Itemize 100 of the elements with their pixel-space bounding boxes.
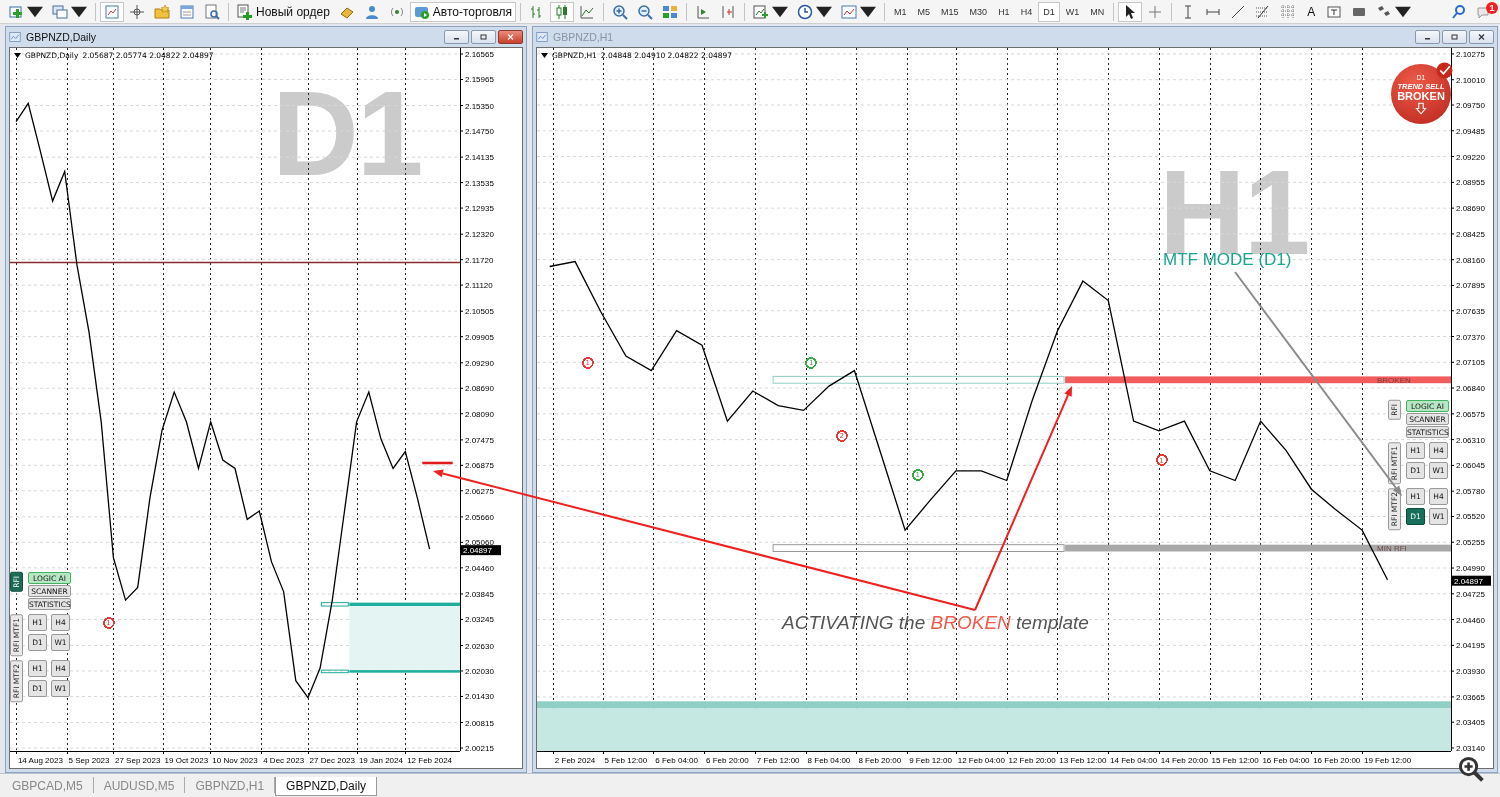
timeframe-button[interactable]: M30	[964, 1, 993, 22]
date-label: 14 Aug 2023	[17, 756, 63, 765]
price-label: 2.04195	[1456, 641, 1485, 651]
price-label: 2.03140	[1456, 744, 1485, 753]
zoom-icon[interactable]	[1458, 756, 1484, 782]
price-label: 2.03665	[1456, 692, 1485, 702]
market-watch-button[interactable]	[100, 1, 124, 22]
restore-icon	[1450, 33, 1459, 41]
price-label: 2.07635	[1456, 306, 1485, 316]
window-title: GBPNZD,H1	[553, 31, 614, 43]
price-label: 2.03405	[1456, 718, 1485, 728]
text-tool-button[interactable]: A	[1301, 1, 1322, 22]
tile-windows-icon	[662, 3, 679, 20]
price-label: 2.11120	[465, 281, 493, 291]
auto-trading-button[interactable]: Авто-торговля	[409, 1, 517, 22]
price-label: 2.09290	[465, 358, 494, 368]
close-button[interactable]	[1469, 30, 1494, 44]
price-label: 2.06045	[1456, 461, 1485, 471]
price-label: 2.05060	[465, 538, 494, 548]
price-label: 2.05780	[1456, 487, 1485, 497]
price-label: 2.06275	[465, 486, 494, 496]
date-label: 27 Dec 2023	[309, 756, 355, 765]
price-label: 2.07370	[1456, 332, 1485, 342]
zoom-in-icon	[612, 3, 629, 20]
crosshair-move-icon	[129, 3, 145, 20]
price-label: 2.08425	[1456, 229, 1485, 239]
zone-label: MIN RFI	[1377, 544, 1407, 553]
chat-button[interactable]: 1	[1472, 1, 1496, 22]
date-label: 19 Oct 2023	[164, 756, 209, 765]
price-label: 2.05520	[1456, 512, 1485, 522]
date-label: 4 Dec 2023	[263, 756, 305, 765]
price-label: 2.08955	[1456, 178, 1485, 188]
price-label: 2.08690	[1456, 204, 1485, 214]
date-label: 12 Feb 20:00	[1008, 756, 1056, 765]
restore-button[interactable]	[1442, 30, 1467, 44]
date-label: 7 Feb 12:00	[756, 756, 800, 765]
date-label: 5 Sep 2023	[68, 756, 110, 765]
chart-icon	[9, 31, 21, 43]
timeframe-button[interactable]: MN	[1085, 1, 1110, 22]
price-label: 2.12935	[465, 204, 494, 214]
dropdown-icon[interactable]	[541, 53, 548, 58]
price-label: 2.03245	[465, 615, 494, 625]
price-label: 2.03930	[1456, 667, 1485, 677]
price-label: 2.04460	[465, 563, 494, 573]
price-label: 2.10275	[1456, 49, 1485, 59]
price-label: 2.07105	[1456, 358, 1485, 368]
minimize-button[interactable]	[1415, 30, 1440, 44]
templates-icon	[841, 3, 858, 20]
date-label: 8 Feb 20:00	[858, 756, 902, 765]
new-chart-icon	[8, 3, 24, 20]
zoom-out-icon	[637, 3, 654, 20]
price-label: 2.08160	[1456, 255, 1485, 265]
new-order-button[interactable]: Новый ордер	[233, 1, 334, 22]
timeframe-button[interactable]: D1	[1038, 1, 1060, 22]
price-label: 2.06575	[1456, 409, 1485, 419]
date-label: 2 Feb 2024	[554, 756, 596, 765]
grid-icon	[1280, 3, 1297, 20]
current-price-label: 2.04897	[461, 545, 501, 556]
notification-count: 1	[1486, 1, 1498, 14]
zone-label: BROKEN	[1377, 375, 1411, 385]
timeframe-button[interactable]: M15	[936, 1, 964, 22]
date-label: 12 Feb 04:00	[957, 756, 1005, 765]
minimize-button[interactable]	[444, 30, 469, 44]
auto-scroll-icon	[695, 3, 712, 20]
price-label: 2.09220	[1456, 152, 1485, 162]
price-label: 2.14750	[465, 127, 494, 137]
price-label: 2.14135	[465, 153, 494, 163]
date-label: 12 Feb 2024	[407, 756, 453, 765]
chart-shift-icon	[720, 3, 737, 20]
cursor-button[interactable]	[1118, 1, 1143, 22]
price-label: 2.08090	[465, 409, 494, 419]
timeframe-button[interactable]: W1	[1060, 1, 1085, 22]
date-label: 13 Feb 12:00	[1059, 756, 1107, 765]
date-label: 14 Feb 04:00	[1110, 756, 1158, 765]
close-button[interactable]	[498, 30, 523, 44]
restore-button[interactable]	[471, 30, 496, 44]
timeframe-button[interactable]: M1	[889, 1, 912, 22]
date-label: 19 Feb 12:00	[1363, 756, 1412, 765]
date-label: 8 Feb 04:00	[807, 756, 851, 765]
timeframe-button[interactable]: H4	[1015, 1, 1038, 22]
close-icon	[506, 33, 515, 41]
date-label: 27 Sep 2023	[115, 756, 161, 765]
date-label: 16 Feb 04:00	[1262, 756, 1310, 765]
favorites-icon	[154, 3, 170, 20]
date-label: 14 Feb 20:00	[1160, 756, 1208, 765]
user-icon	[363, 3, 380, 20]
chart-icon	[536, 31, 548, 43]
timeframe-button[interactable]: M5	[912, 1, 936, 22]
chart-tab[interactable]: GBPNZD,Daily	[275, 777, 378, 796]
price-label: 2.13535	[465, 178, 494, 188]
dropdown-icon[interactable]	[14, 53, 21, 58]
price-label: 2.12320	[465, 230, 494, 240]
line-chart-icon	[579, 3, 596, 20]
price-label: 2.09485	[1456, 126, 1485, 136]
price-label: 2.06875	[465, 461, 494, 471]
indicators-icon	[753, 3, 770, 20]
candlestick-button[interactable]	[550, 1, 575, 22]
date-label: 16 Feb 20:00	[1313, 756, 1361, 765]
price-label: 2.02030	[465, 667, 494, 676]
timeframe-button[interactable]: H1	[993, 1, 1015, 22]
